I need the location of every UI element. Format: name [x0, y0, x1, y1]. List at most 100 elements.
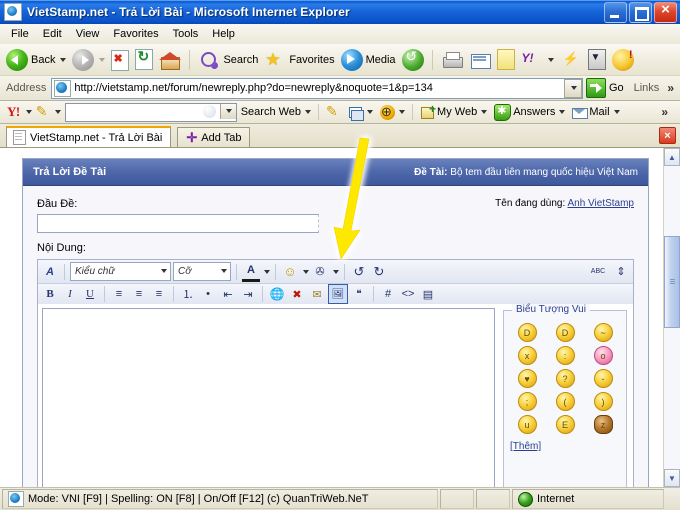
menu-item-favorites[interactable]: Favorites — [106, 26, 165, 42]
yahoo-search-dropdown-icon[interactable] — [219, 103, 236, 119]
smilie-sleep[interactable]: z — [593, 415, 613, 434]
edit-button[interactable] — [466, 47, 494, 73]
smilie-smile[interactable]: : — [555, 346, 575, 365]
stop-button[interactable] — [108, 47, 132, 73]
smilie-grin[interactable]: E — [555, 415, 575, 434]
smilie-wave[interactable]: ~ — [593, 323, 613, 342]
pencil-dropdown-icon[interactable] — [54, 110, 61, 114]
font-family-dropdown-icon[interactable] — [156, 264, 169, 277]
code-icon[interactable]: <> — [399, 285, 417, 303]
smilie-blush[interactable]: o — [593, 346, 613, 365]
yahoo-search-input[interactable] — [64, 102, 237, 122]
menu-item-view[interactable]: View — [69, 26, 107, 42]
insert-image-icon[interactable]: 🖼 — [328, 284, 348, 304]
address-dropdown-icon[interactable] — [563, 78, 582, 98]
smilie-wink[interactable]: ; — [517, 392, 537, 411]
font-size-dropdown-icon[interactable] — [216, 264, 229, 277]
back-button[interactable]: Back — [3, 47, 69, 73]
italic-icon[interactable]: I — [61, 285, 79, 303]
unordered-list-icon[interactable]: • — [199, 285, 217, 303]
align-right-icon[interactable]: ≡ — [150, 285, 168, 303]
yahoo-pencil-button[interactable] — [33, 103, 64, 121]
smilie-insert-dropdown-icon[interactable] — [303, 269, 309, 274]
vscroll-thumb[interactable] — [664, 236, 680, 328]
align-center-icon[interactable]: ≡ — [130, 285, 148, 303]
spellcheck-icon[interactable]: ABC — [586, 263, 610, 281]
align-left-icon[interactable]: ≡ — [110, 285, 128, 303]
yahoo-overflow-icon[interactable]: » — [657, 105, 672, 119]
hash-icon[interactable]: # — [379, 285, 397, 303]
ordered-list-icon[interactable]: ⒈ — [179, 285, 197, 303]
yahoo-messenger-button[interactable] — [518, 47, 557, 73]
maximize-button[interactable] — [629, 1, 652, 23]
scroll-down-button[interactable]: ▼ — [664, 469, 680, 487]
quote-icon[interactable]: ❝ — [350, 285, 368, 303]
menu-item-tools[interactable]: Tools — [166, 26, 206, 42]
smilie-neutral[interactable]: - — [593, 369, 613, 388]
forward-dropdown-icon[interactable] — [99, 57, 106, 62]
menu-item-edit[interactable]: Edit — [36, 26, 69, 42]
home-button[interactable] — [156, 47, 184, 73]
close-button[interactable] — [654, 1, 677, 23]
smilie-insert-icon[interactable]: ☺ — [281, 263, 299, 281]
outdent-icon[interactable]: ⇤ — [219, 285, 237, 303]
bolt-button[interactable] — [557, 47, 585, 73]
my-web-dropdown-icon[interactable] — [481, 110, 488, 114]
answers-button[interactable]: Answers — [491, 103, 568, 121]
forward-button[interactable] — [69, 47, 108, 73]
mail-button[interactable]: Mail — [569, 103, 622, 121]
menu-item-help[interactable]: Help — [205, 26, 242, 42]
close-tab-button[interactable]: × — [659, 127, 676, 144]
go-button[interactable]: Go — [583, 78, 630, 98]
popup-blocker-dropdown-icon[interactable] — [367, 110, 374, 114]
search-web-button[interactable]: Search Web — [238, 103, 314, 121]
menu-item-file[interactable]: File — [4, 26, 36, 42]
attachment-dropdown-icon[interactable] — [333, 269, 339, 274]
resize-icon[interactable]: ⇕ — [612, 263, 630, 281]
yahoo-highlight-button[interactable] — [323, 103, 344, 121]
smilie-sad[interactable]: u — [517, 415, 537, 434]
links-label[interactable]: Links — [630, 82, 664, 94]
yahoo-logo[interactable]: Y! — [4, 104, 23, 120]
smilie-confused[interactable]: ? — [555, 369, 575, 388]
smilie-love[interactable]: ♥ — [517, 369, 537, 388]
wrap-image-icon[interactable]: ▤ — [419, 285, 437, 303]
back-dropdown-icon[interactable] — [60, 57, 67, 62]
popup-blocker-button[interactable] — [345, 103, 376, 121]
add-tab-button[interactable]: ✛ Add Tab — [177, 127, 251, 147]
vscroll-track[interactable] — [664, 166, 680, 469]
message-textarea[interactable] — [42, 308, 495, 487]
mail-dropdown-icon[interactable] — [613, 110, 620, 114]
font-family-select[interactable]: Kiểu chữ — [70, 262, 171, 281]
refresh-button[interactable] — [132, 47, 156, 73]
subject-input[interactable] — [37, 214, 319, 233]
font-color-icon[interactable]: A — [242, 261, 260, 282]
page-vertical-scrollbar[interactable]: ▲ ▼ — [663, 148, 680, 487]
chevron-overflow-icon[interactable]: » — [663, 81, 678, 95]
yahoo-logo-dropdown-icon[interactable] — [25, 110, 32, 114]
username-link[interactable]: Anh VietStamp — [567, 198, 634, 209]
minimize-button[interactable] — [604, 1, 627, 23]
download-button[interactable] — [585, 47, 609, 73]
insert-link-icon[interactable]: 🌐 — [268, 285, 286, 303]
underline-icon[interactable]: U — [81, 285, 99, 303]
print-button[interactable] — [438, 47, 466, 73]
note-button[interactable] — [494, 47, 518, 73]
font-color-dropdown-icon[interactable] — [264, 269, 270, 274]
scroll-up-button[interactable]: ▲ — [664, 148, 680, 166]
bold-icon[interactable]: B — [41, 285, 59, 303]
smilie-plain[interactable]: ) — [593, 392, 613, 411]
indent-icon[interactable]: ⇥ — [239, 285, 257, 303]
smilie-frown[interactable]: ( — [555, 392, 575, 411]
redo-icon[interactable]: ↻ — [370, 263, 388, 281]
answers-dropdown-icon[interactable] — [559, 110, 566, 114]
anti-spy-dropdown-icon[interactable] — [399, 110, 406, 114]
smiley-button[interactable] — [609, 47, 637, 73]
remove-link-icon[interactable]: ✖ — [288, 285, 306, 303]
font-toggle-icon[interactable]: A — [41, 263, 59, 281]
messenger-dropdown-icon[interactable] — [547, 57, 554, 62]
search-button[interactable]: Search — [195, 47, 261, 73]
smilies-more-link[interactable]: [Thêm] — [510, 441, 541, 452]
history-button[interactable] — [399, 47, 427, 73]
smilie-mad[interactable]: x — [517, 346, 537, 365]
